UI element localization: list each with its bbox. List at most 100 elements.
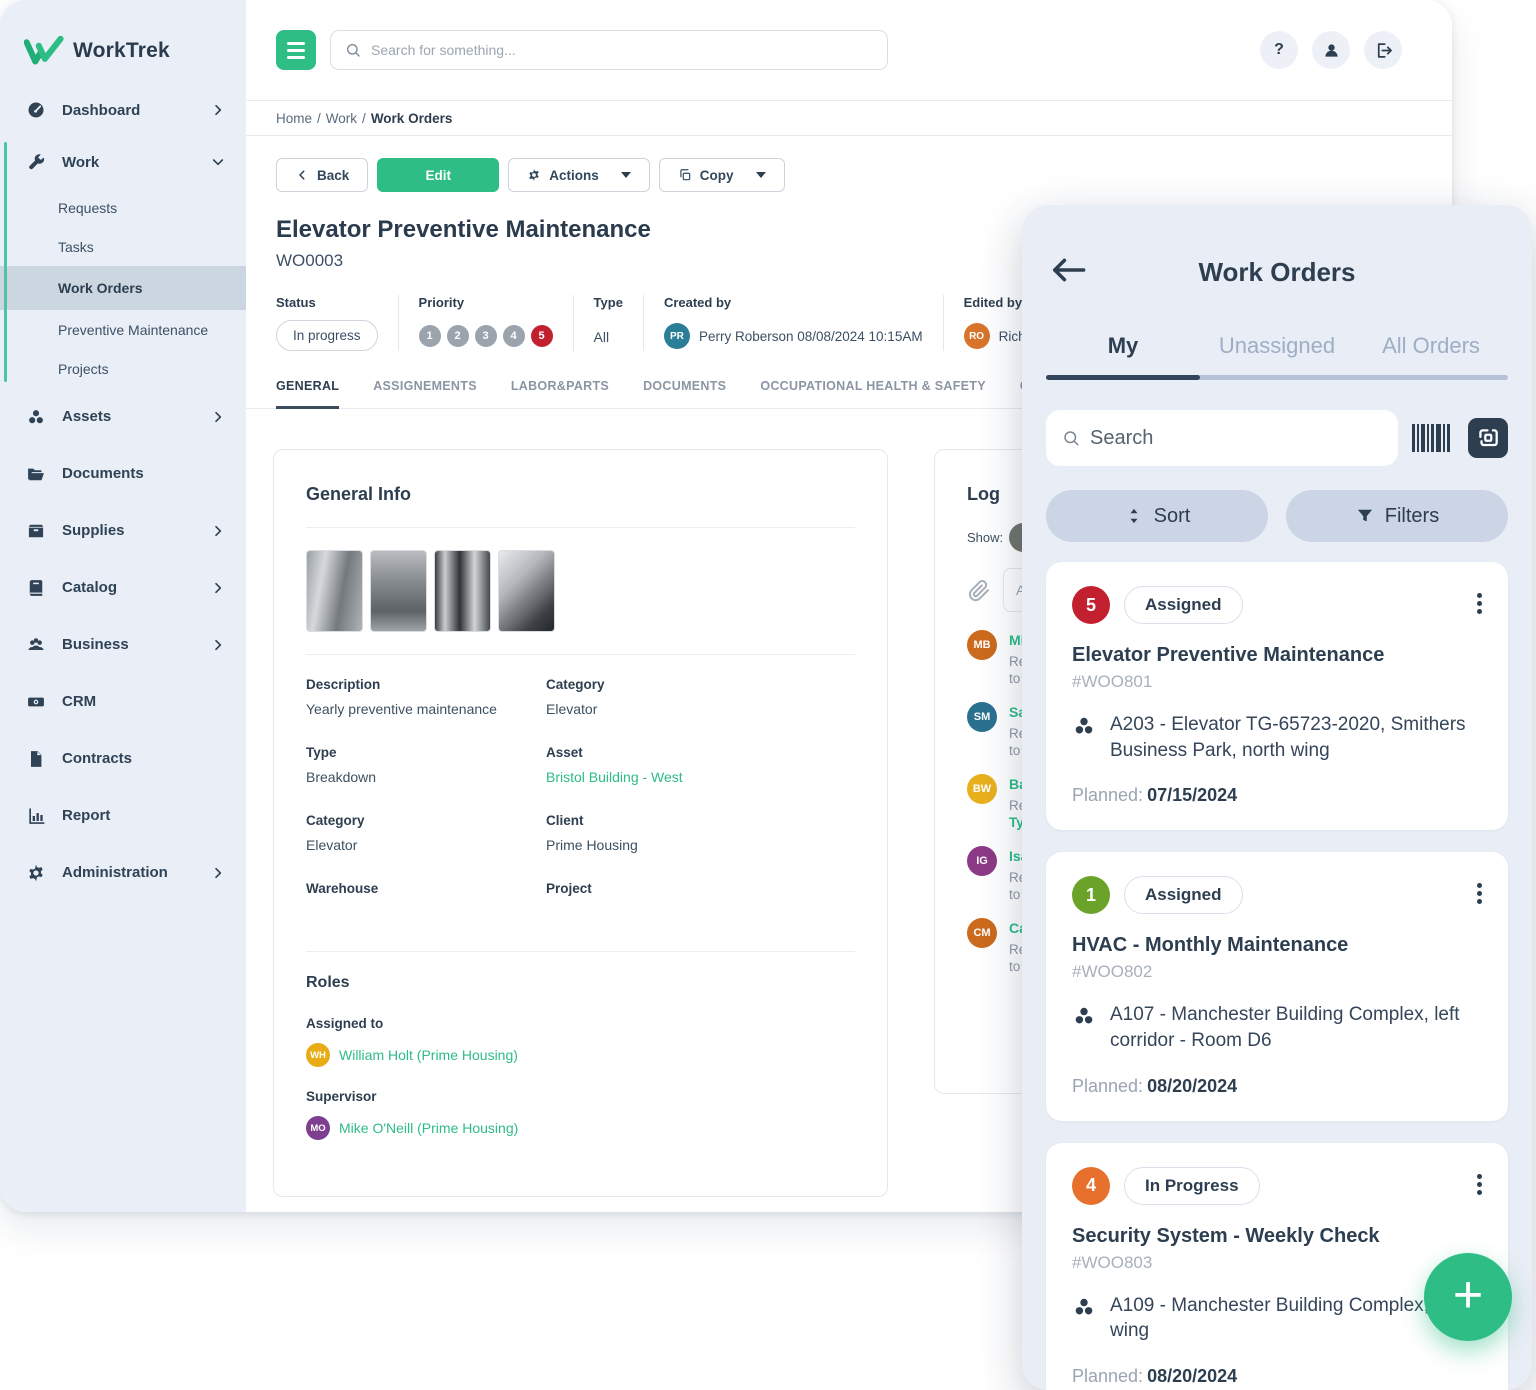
tab-documents[interactable]: DOCUMENTS — [643, 379, 726, 408]
tab-general[interactable]: GENERAL — [276, 379, 339, 409]
meta-type: Type All — [594, 295, 644, 351]
priority-dot[interactable]: 2 — [447, 325, 469, 347]
panel-tab-unassigned[interactable]: Unassigned — [1200, 333, 1354, 359]
priority-badge: 4 — [1072, 1167, 1110, 1205]
add-work-order-button[interactable]: + — [1424, 1253, 1512, 1341]
kebab-menu-icon[interactable] — [1475, 588, 1484, 619]
sidebar-item-administration[interactable]: Administration — [0, 844, 246, 901]
elevator-photo-thumbnail[interactable] — [370, 550, 427, 632]
paperclip-icon[interactable] — [967, 578, 991, 602]
copy-button[interactable]: Copy — [659, 158, 785, 192]
folder-icon — [26, 464, 46, 484]
sidebar-group-work: Work Requests Tasks Work Orders Preventi… — [0, 136, 246, 388]
avatar: CM — [967, 918, 997, 948]
panel-tab-all-orders[interactable]: All Orders — [1354, 333, 1508, 359]
sidebar-item-report[interactable]: Report — [0, 787, 246, 844]
sidebar-item-supplies[interactable]: Supplies — [0, 502, 246, 559]
card-asset: A203 - Elevator TG-65723-2020, Smithers … — [1110, 712, 1482, 763]
logout-button[interactable] — [1364, 31, 1402, 69]
sidebar-item-contracts[interactable]: Contracts — [0, 730, 246, 787]
field-category-2: Category Elevator — [306, 813, 546, 853]
edit-button[interactable]: Edit — [377, 158, 499, 192]
breadcrumb-work[interactable]: Work — [326, 111, 357, 126]
sidebar-item-documents[interactable]: Documents — [0, 445, 246, 502]
menu-toggle-button[interactable] — [276, 30, 316, 70]
assigned-to-link[interactable]: William Holt (Prime Housing) — [339, 1047, 518, 1063]
actions-label: Actions — [549, 168, 599, 183]
sidebar: WorkTrek Dashboard Work Requests Tasks — [0, 0, 246, 1212]
tab-occupational-health-safety[interactable]: OCCUPATIONAL HEALTH & SAFETY — [760, 379, 986, 408]
barcode-icon[interactable] — [1412, 422, 1454, 454]
qr-scan-button[interactable] — [1468, 418, 1508, 458]
mobile-work-orders-panel: Work Orders My Unassigned All Orders Sor… — [1022, 205, 1532, 1390]
sidebar-item-work[interactable]: Work — [0, 136, 246, 188]
actions-button[interactable]: Actions — [508, 158, 650, 192]
work-order-card[interactable]: 5 Assigned Elevator Preventive Maintenan… — [1046, 562, 1508, 830]
caret-down-icon — [621, 172, 631, 178]
kebab-menu-icon[interactable] — [1475, 1169, 1484, 1200]
tab-assignements[interactable]: ASSIGNEMENTS — [373, 379, 477, 408]
sidebar-item-preventive-maintenance[interactable]: Preventive Maintenance — [0, 310, 246, 349]
sidebar-item-work-orders[interactable]: Work Orders — [0, 266, 246, 310]
chevron-right-icon — [210, 865, 226, 881]
caret-down-icon — [756, 172, 766, 178]
work-order-card[interactable]: 1 Assigned HVAC - Monthly Maintenance #W… — [1046, 852, 1508, 1120]
copy-label: Copy — [700, 168, 734, 183]
back-button[interactable]: Back — [276, 158, 368, 192]
photo-gallery — [306, 550, 855, 632]
breadcrumb-home[interactable]: Home — [276, 111, 312, 126]
back-label: Back — [317, 168, 349, 183]
help-button[interactable]: ? — [1260, 31, 1298, 69]
breadcrumb-separator: / — [362, 111, 366, 126]
planned-date: 08/20/2024 — [1147, 1076, 1237, 1096]
tab-labor-parts[interactable]: LABOR&PARTS — [511, 379, 609, 408]
tab-indicator — [1046, 375, 1200, 380]
priority-scale: 1 2 3 4 5 — [419, 320, 553, 347]
sidebar-item-label: Administration — [62, 864, 168, 881]
back-arrow-icon[interactable] — [1050, 255, 1086, 285]
sidebar-item-business[interactable]: Business — [0, 616, 246, 673]
show-label: Show: — [967, 530, 1003, 545]
sidebar-item-projects[interactable]: Projects — [0, 349, 246, 388]
priority-dot-active[interactable]: 5 — [531, 325, 553, 347]
supervisor-link[interactable]: Mike O'Neill (Prime Housing) — [339, 1120, 518, 1136]
sidebar-item-label: Projects — [58, 361, 109, 377]
asset-link[interactable]: Bristol Building - West — [546, 769, 855, 785]
created-by-label: Created by — [664, 295, 923, 310]
planned-label: Planned: — [1072, 1076, 1143, 1096]
sidebar-item-dashboard[interactable]: Dashboard — [0, 84, 246, 136]
type-label: Type — [594, 295, 623, 310]
sidebar-item-assets[interactable]: Assets — [0, 388, 246, 445]
elevator-photo-thumbnail[interactable] — [498, 550, 555, 632]
brand-logo[interactable]: WorkTrek — [0, 0, 246, 66]
sidebar-item-requests[interactable]: Requests — [0, 188, 246, 227]
panel-tab-my[interactable]: My — [1046, 333, 1200, 359]
field-category: Category Elevator — [546, 677, 855, 717]
sidebar-item-label: Catalog — [62, 579, 117, 596]
sidebar-item-tasks[interactable]: Tasks — [0, 227, 246, 266]
user-button[interactable] — [1312, 31, 1350, 69]
kebab-menu-icon[interactable] — [1475, 878, 1484, 909]
sidebar-item-label: Dashboard — [62, 102, 140, 119]
sidebar-item-crm[interactable]: CRM — [0, 673, 246, 730]
priority-dot[interactable]: 3 — [475, 325, 497, 347]
filters-button[interactable]: Filters — [1286, 490, 1508, 542]
elevator-photo-thumbnail[interactable] — [306, 550, 363, 632]
type-value: All — [594, 320, 623, 345]
global-search-input[interactable] — [371, 42, 887, 58]
priority-dot[interactable]: 4 — [503, 325, 525, 347]
elevator-photo-thumbnail[interactable] — [434, 550, 491, 632]
priority-dot[interactable]: 1 — [419, 325, 441, 347]
assets-icon — [26, 407, 46, 427]
status-badge: In Progress — [1124, 1167, 1260, 1205]
sort-button[interactable]: Sort — [1046, 490, 1268, 542]
field-project: Project — [546, 881, 855, 921]
panel-search-input[interactable] — [1090, 427, 1398, 450]
breadcrumb: Home / Work / Work Orders — [246, 100, 1452, 136]
avatar: RO — [964, 323, 990, 349]
sidebar-item-catalog[interactable]: Catalog — [0, 559, 246, 616]
sort-icon — [1124, 506, 1144, 526]
priority-badge: 5 — [1072, 586, 1110, 624]
sidebar-item-label: Preventive Maintenance — [58, 322, 208, 338]
avatar: PR — [664, 323, 690, 349]
